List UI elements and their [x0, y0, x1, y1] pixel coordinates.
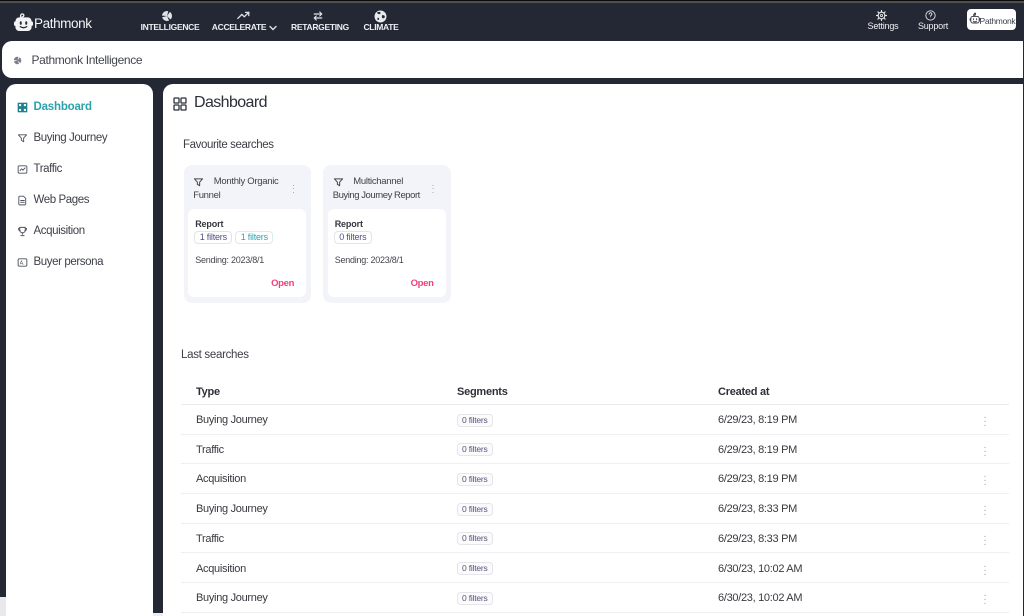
svg-text:A.: A.: [19, 261, 24, 267]
